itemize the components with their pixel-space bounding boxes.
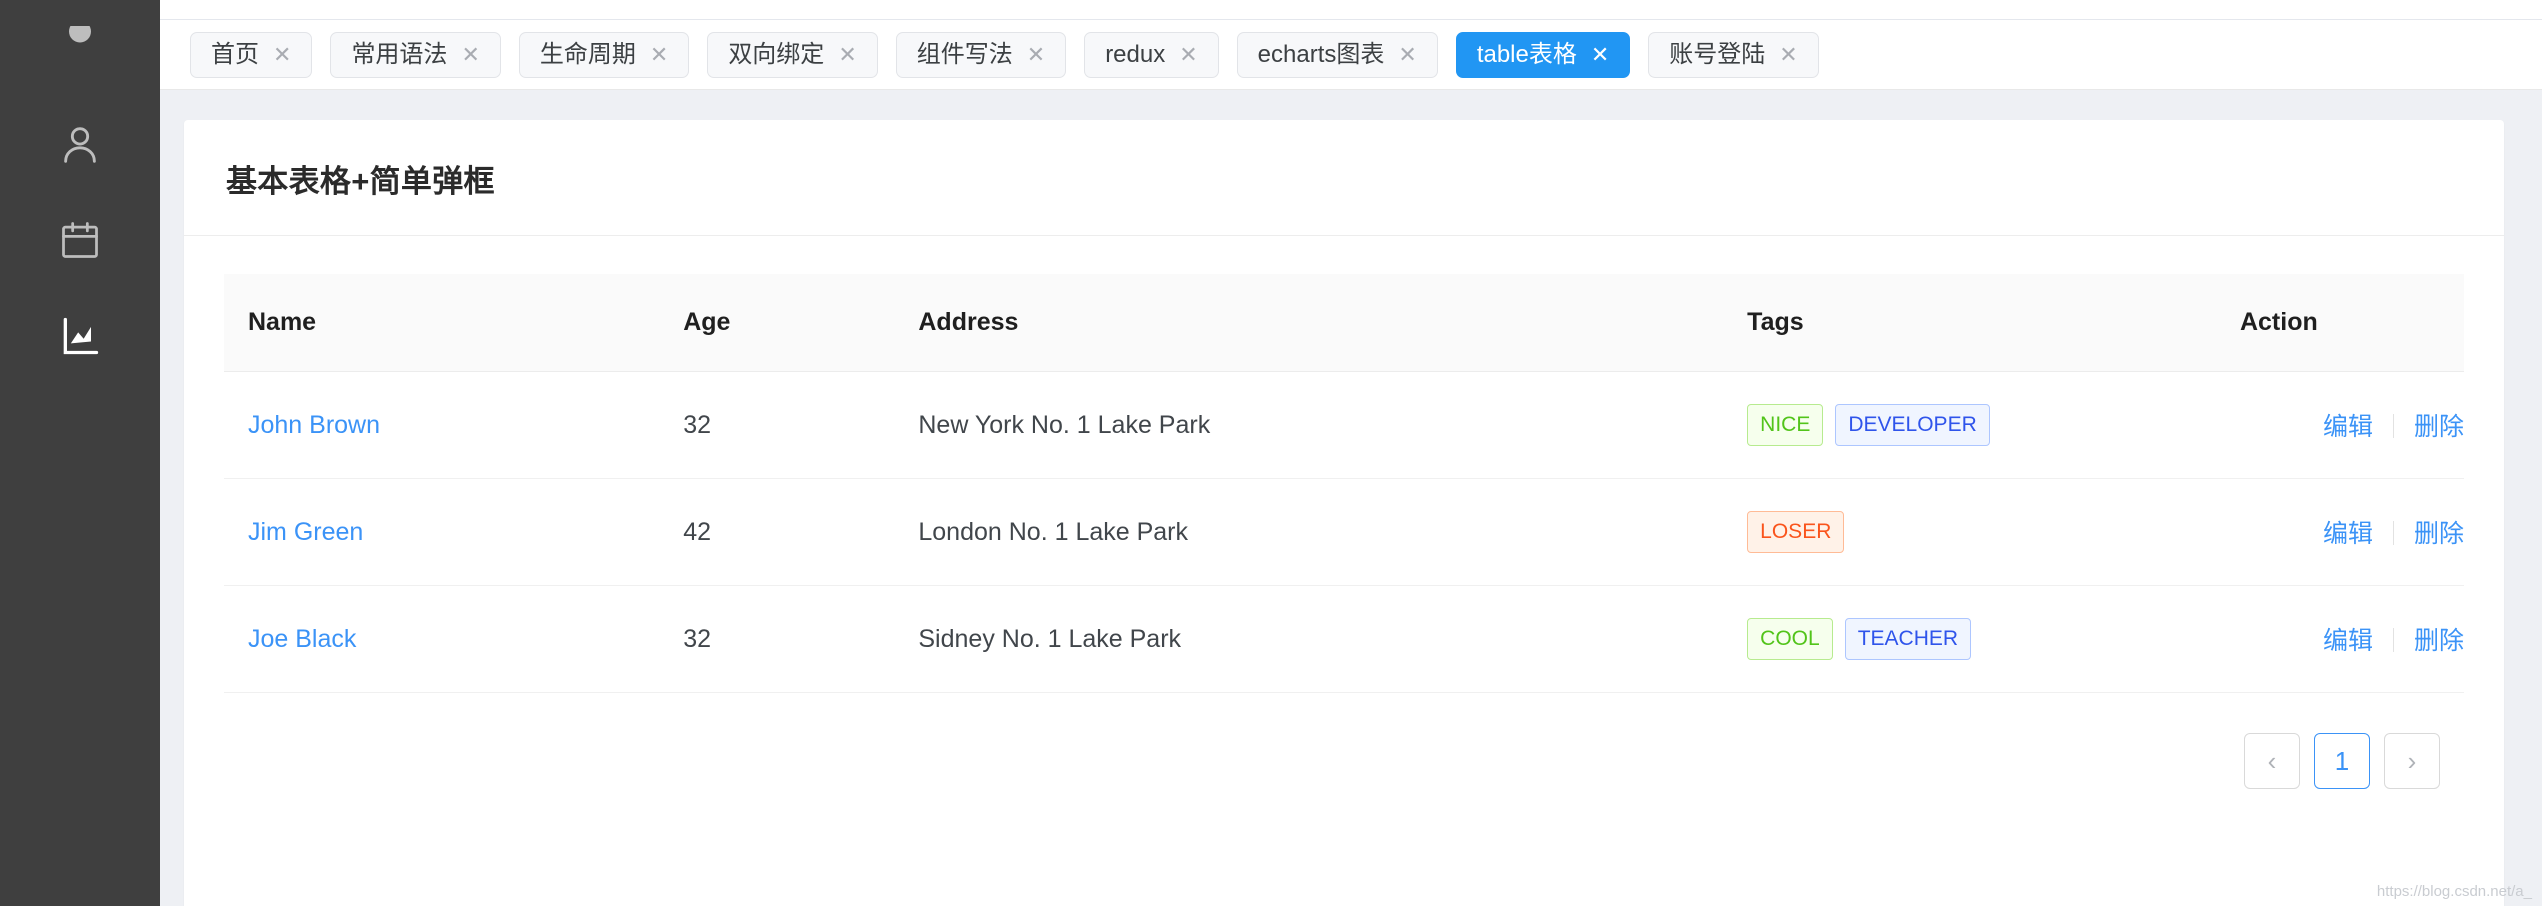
tab-label: table表格 — [1477, 43, 1577, 67]
tab-1[interactable]: 常用语法 ✕ — [330, 32, 500, 78]
table-row: John Brown 32New York No. 1 Lake ParkNICE… — [224, 372, 2464, 479]
user-icon — [57, 121, 103, 167]
delete-link[interactable]: 删除 — [2414, 627, 2464, 655]
tag-badge: DEVELOPER — [1835, 404, 1989, 446]
pagination-page-button[interactable]: 1 — [2314, 733, 2370, 789]
table-body: John Brown 32New York No. 1 Lake ParkNICE… — [224, 372, 2464, 693]
tab-label: 生命周期 — [540, 43, 636, 67]
data-table: Name Age Address Tags Action John Brown 3… — [224, 274, 2464, 693]
action-separator — [2393, 414, 2394, 438]
sidebar-item-calendar[interactable] — [0, 192, 160, 288]
main-region: 首页✕常用语法✕生命周期✕双向绑定✕组件写法✕redux✕echarts图表✕t… — [160, 0, 2542, 906]
tab-label: 首页 — [211, 43, 259, 67]
tab-label: 账号登陆 — [1669, 43, 1765, 67]
table-head: Name Age Address Tags Action — [224, 274, 2464, 372]
card-header: 基本表格+简单弹框 — [184, 120, 2504, 236]
sidebar-item-chart[interactable] — [0, 288, 160, 384]
column-header-tags: Tags — [1747, 274, 2240, 372]
tag-badge: COOL — [1747, 618, 1833, 660]
cell-name: John Brown — [224, 372, 683, 479]
pagination: ‹1› — [224, 693, 2464, 835]
tag-badge: TEACHER — [1845, 618, 1971, 660]
tab-5[interactable]: redux ✕ — [1084, 32, 1218, 78]
tab-label: 常用语法 — [351, 43, 447, 67]
tab-8[interactable]: 账号登陆 ✕ — [1648, 32, 1818, 78]
cell-address: Sidney No. 1 Lake Park — [918, 586, 1747, 693]
app-root: 首页✕常用语法✕生命周期✕双向绑定✕组件写法✕redux✕echarts图表✕t… — [0, 0, 2542, 906]
circle-avatar-icon — [58, 26, 102, 70]
cell-name: Jim Green — [224, 479, 683, 586]
column-header-name: Name — [224, 274, 683, 372]
tab-3[interactable]: 双向绑定 ✕ — [707, 32, 877, 78]
name-link[interactable]: John Brown — [248, 411, 380, 439]
close-icon[interactable]: ✕ — [1591, 44, 1609, 66]
close-icon[interactable]: ✕ — [1027, 44, 1045, 66]
page-title: 基本表格+简单弹框 — [226, 156, 2462, 201]
column-header-age: Age — [683, 274, 918, 372]
tab-active-7[interactable]: table表格 ✕ — [1456, 32, 1630, 78]
delete-link[interactable]: 删除 — [2414, 413, 2464, 441]
cell-tags: COOL TEACHER — [1747, 586, 2240, 693]
close-icon[interactable]: ✕ — [838, 44, 856, 66]
cell-tags: LOSER — [1747, 479, 2240, 586]
tab-6[interactable]: echarts图表 ✕ — [1237, 32, 1438, 78]
tab-4[interactable]: 组件写法 ✕ — [896, 32, 1066, 78]
action-separator — [2393, 521, 2394, 545]
tab-2[interactable]: 生命周期 ✕ — [519, 32, 689, 78]
action-separator — [2393, 628, 2394, 652]
name-link[interactable]: Jim Green — [248, 518, 363, 546]
tab-label: redux — [1105, 43, 1165, 67]
table-row: Joe Black 32Sidney No. 1 Lake ParkCOOL TEA… — [224, 586, 2464, 693]
cell-tags: NICE DEVELOPER — [1747, 372, 2240, 479]
cell-address: London No. 1 Lake Park — [918, 479, 1747, 586]
content-area: 基本表格+简单弹框 Name Age Address Tags — [160, 90, 2542, 906]
pagination-prev-button[interactable]: ‹ — [2244, 733, 2300, 789]
sidebar — [0, 0, 160, 906]
edit-link[interactable]: 编辑 — [2323, 520, 2373, 548]
card-body: Name Age Address Tags Action John Brown 3… — [184, 236, 2504, 835]
cell-action: 编辑 删除 — [2240, 586, 2464, 693]
cell-action: 编辑 删除 — [2240, 479, 2464, 586]
edit-link[interactable]: 编辑 — [2323, 627, 2373, 655]
pagination-next-button[interactable]: › — [2384, 733, 2440, 789]
close-icon[interactable]: ✕ — [461, 44, 479, 66]
tag-badge: NICE — [1747, 404, 1823, 446]
name-link[interactable]: Joe Black — [248, 625, 356, 653]
close-icon[interactable]: ✕ — [273, 44, 291, 66]
close-icon[interactable]: ✕ — [1179, 44, 1197, 66]
top-strip — [160, 0, 2542, 20]
table-row: Jim Green 42London No. 1 Lake ParkLOSER 编辑… — [224, 479, 2464, 586]
cell-age: 42 — [683, 479, 918, 586]
sidebar-item-profile-top[interactable] — [0, 0, 160, 96]
edit-link[interactable]: 编辑 — [2323, 413, 2373, 441]
cell-name: Joe Black — [224, 586, 683, 693]
close-icon[interactable]: ✕ — [1398, 44, 1416, 66]
cell-age: 32 — [683, 586, 918, 693]
column-header-address: Address — [918, 274, 1747, 372]
tab-bar: 首页✕常用语法✕生命周期✕双向绑定✕组件写法✕redux✕echarts图表✕t… — [160, 20, 2542, 90]
cell-age: 32 — [683, 372, 918, 479]
sidebar-item-user[interactable] — [0, 96, 160, 192]
table-header-row: Name Age Address Tags Action — [224, 274, 2464, 372]
tab-label: echarts图表 — [1258, 43, 1385, 67]
tab-label: 双向绑定 — [728, 43, 824, 67]
column-header-action: Action — [2240, 274, 2464, 372]
cell-address: New York No. 1 Lake Park — [918, 372, 1747, 479]
calendar-icon — [58, 218, 102, 262]
chart-icon — [58, 314, 102, 358]
tab-0[interactable]: 首页 ✕ — [190, 32, 312, 78]
tab-label: 组件写法 — [917, 43, 1013, 67]
content-card: 基本表格+简单弹框 Name Age Address Tags — [184, 120, 2504, 906]
close-icon[interactable]: ✕ — [650, 44, 668, 66]
tag-badge: LOSER — [1747, 511, 1844, 553]
close-icon[interactable]: ✕ — [1779, 44, 1797, 66]
delete-link[interactable]: 删除 — [2414, 520, 2464, 548]
cell-action: 编辑 删除 — [2240, 372, 2464, 479]
